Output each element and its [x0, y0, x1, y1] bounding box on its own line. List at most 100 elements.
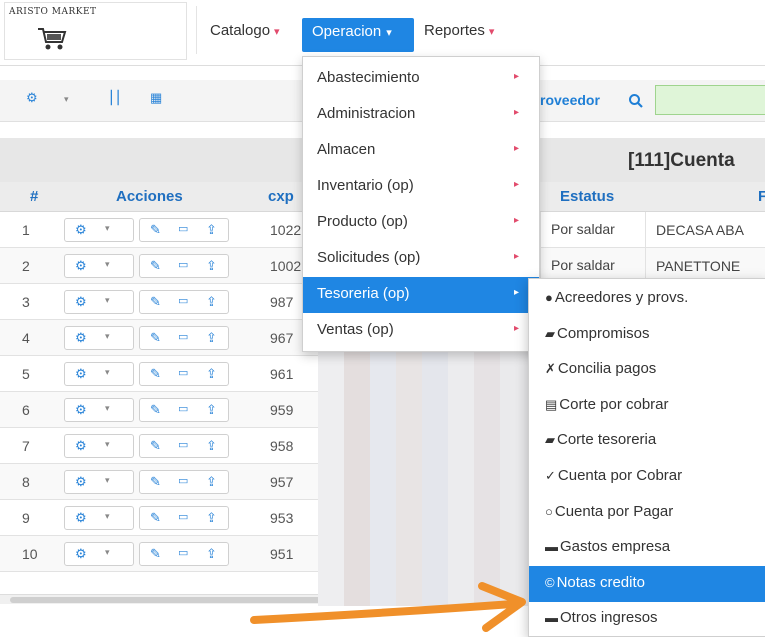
nav-operacion[interactable]: Operacion ▾ — [302, 18, 414, 52]
gear-icon[interactable]: ⚙ — [75, 258, 87, 274]
upload-icon[interactable]: ⇪ — [206, 222, 217, 238]
pencil-icon[interactable]: ✎ — [150, 294, 161, 310]
chevron-down-icon[interactable]: ▾ — [105, 223, 110, 234]
menu-item[interactable]: Abastecimiento ▸ — [303, 61, 539, 97]
submenu-item-icon: ▬ — [545, 610, 558, 626]
row-actions-dropdown[interactable]: ⚙ ▾ — [64, 434, 134, 458]
menu-item[interactable]: Inventario (op) ▸ — [303, 169, 539, 205]
proveedor-input[interactable] — [655, 85, 765, 115]
chevron-down-icon[interactable]: ▾ — [105, 367, 110, 378]
row-actions-dropdown[interactable]: ⚙ ▾ — [64, 542, 134, 566]
chevron-down-icon[interactable]: ▾ — [105, 295, 110, 306]
search-icon[interactable] — [628, 93, 644, 109]
pencil-icon[interactable]: ✎ — [150, 474, 161, 490]
upload-icon[interactable]: ⇪ — [206, 330, 217, 346]
gear-icon[interactable]: ⚙ — [75, 402, 87, 418]
submenu-item[interactable]: ✓ Cuenta por Cobrar — [529, 459, 765, 495]
pencil-icon[interactable]: ✎ — [150, 330, 161, 346]
gear-icon[interactable]: ⚙ — [75, 222, 87, 238]
calendar-icon[interactable]: ▦ — [150, 90, 162, 112]
row-actions-buttons: ✎ ▭ ⇪ — [139, 542, 229, 566]
upload-icon[interactable]: ⇪ — [206, 510, 217, 526]
gear-icon[interactable]: ⚙ — [26, 90, 38, 112]
chevron-down-icon[interactable]: ▾ — [105, 475, 110, 486]
gear-icon[interactable]: ⚙ — [75, 474, 87, 490]
gear-icon[interactable]: ⚙ — [75, 294, 87, 310]
chevron-down-icon[interactable]: ▾ — [105, 259, 110, 270]
gear-icon[interactable]: ⚙ — [75, 330, 87, 346]
submenu-item-label: Notas credito — [556, 573, 645, 591]
gear-icon[interactable]: ⚙ — [75, 510, 87, 526]
submenu-item[interactable]: ● Acreedores y provs. — [529, 281, 765, 317]
submenu-item[interactable]: ▤ Corte por cobrar — [529, 388, 765, 424]
card-icon[interactable]: ▭ — [178, 510, 188, 523]
row-number: 7 — [22, 438, 30, 454]
card-icon[interactable]: ▭ — [178, 294, 188, 307]
col-acciones-header[interactable]: Acciones — [116, 188, 183, 205]
menu-item[interactable]: Producto (op) ▸ — [303, 205, 539, 241]
chevron-down-icon[interactable]: ▾ — [64, 94, 69, 116]
card-icon[interactable]: ▭ — [178, 402, 188, 415]
pencil-icon[interactable]: ✎ — [150, 366, 161, 382]
card-icon[interactable]: ▭ — [178, 366, 188, 379]
upload-icon[interactable]: ⇪ — [206, 546, 217, 562]
submenu-item[interactable]: ▰ Corte tesoreria — [529, 423, 765, 459]
row-actions-dropdown[interactable]: ⚙ ▾ — [64, 326, 134, 350]
pencil-icon[interactable]: ✎ — [150, 546, 161, 562]
submenu-item[interactable]: © Notas credito — [529, 565, 765, 602]
upload-icon[interactable]: ⇪ — [206, 474, 217, 490]
upload-icon[interactable]: ⇪ — [206, 258, 217, 274]
row-actions-dropdown[interactable]: ⚙ ▾ — [64, 398, 134, 422]
menu-item[interactable]: Tesoreria (op) ▸ — [303, 277, 539, 313]
col-num-header[interactable]: # — [30, 188, 38, 205]
submenu-item-icon: ▬ — [545, 539, 558, 555]
col-cxp-header[interactable]: cxp — [268, 188, 294, 205]
gear-icon[interactable]: ⚙ — [75, 546, 87, 562]
chevron-down-icon[interactable]: ▾ — [105, 331, 110, 342]
menu-item[interactable]: Administracion ▸ — [303, 97, 539, 133]
card-icon[interactable]: ▭ — [178, 474, 188, 487]
menu-item[interactable]: Almacen ▸ — [303, 133, 539, 169]
pencil-icon[interactable]: ✎ — [150, 438, 161, 454]
chevron-down-icon[interactable]: ▾ — [105, 547, 110, 558]
submenu-item-label: Corte tesoreria — [557, 431, 657, 449]
nav-catalogo[interactable]: Catalogo ▾ — [210, 22, 280, 39]
upload-icon[interactable]: ⇪ — [206, 294, 217, 310]
pencil-icon[interactable]: ✎ — [150, 222, 161, 238]
columns-icon[interactable]: ⎮⎮ — [108, 90, 122, 112]
submenu-item[interactable]: ▰ Compromisos — [529, 317, 765, 353]
chevron-down-icon[interactable]: ▾ — [105, 439, 110, 450]
gear-icon[interactable]: ⚙ — [75, 366, 87, 382]
submenu-item[interactable]: ✗ Concilia pagos — [529, 352, 765, 388]
upload-icon[interactable]: ⇪ — [206, 438, 217, 454]
card-icon[interactable]: ▭ — [178, 546, 188, 559]
row-actions-dropdown[interactable]: ⚙ ▾ — [64, 506, 134, 530]
gear-icon[interactable]: ⚙ — [75, 438, 87, 454]
submenu-item[interactable]: ▬ Otros ingresos — [529, 601, 765, 637]
row-actions-dropdown[interactable]: ⚙ ▾ — [64, 218, 134, 242]
row-actions-dropdown[interactable]: ⚙ ▾ — [64, 362, 134, 386]
menu-item[interactable]: Ventas (op) ▸ — [303, 313, 539, 349]
card-icon[interactable]: ▭ — [178, 258, 188, 271]
submenu-item[interactable]: ○ Cuenta por Pagar — [529, 495, 765, 531]
card-icon[interactable]: ▭ — [178, 330, 188, 343]
row-actions-dropdown[interactable]: ⚙ ▾ — [64, 254, 134, 278]
upload-icon[interactable]: ⇪ — [206, 402, 217, 418]
submenu-item[interactable]: ▬ Gastos empresa — [529, 530, 765, 566]
brand-logo[interactable]: ARISTO MARKET — [4, 2, 187, 60]
card-icon[interactable]: ▭ — [178, 222, 188, 235]
row-actions-dropdown[interactable]: ⚙ ▾ — [64, 470, 134, 494]
card-icon[interactable]: ▭ — [178, 438, 188, 451]
pencil-icon[interactable]: ✎ — [150, 510, 161, 526]
col-estatus-header[interactable]: Estatus — [560, 188, 614, 205]
nav-reportes[interactable]: Reportes ▾ — [424, 22, 494, 39]
chevron-down-icon[interactable]: ▾ — [105, 511, 110, 522]
chevron-down-icon[interactable]: ▾ — [105, 403, 110, 414]
upload-icon[interactable]: ⇪ — [206, 366, 217, 382]
row-actions-dropdown[interactable]: ⚙ ▾ — [64, 290, 134, 314]
menu-item[interactable]: Solicitudes (op) ▸ — [303, 241, 539, 277]
pencil-icon[interactable]: ✎ — [150, 402, 161, 418]
pencil-icon[interactable]: ✎ — [150, 258, 161, 274]
submenu-item-label: Concilia pagos — [557, 360, 657, 378]
col-proveedor-header[interactable]: F — [758, 188, 765, 205]
